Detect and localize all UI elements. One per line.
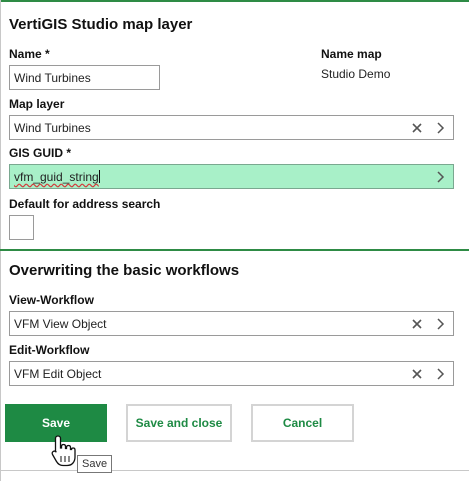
view-workflow-select[interactable]: VFM View Object [9, 311, 454, 336]
save-and-close-button[interactable]: Save and close [126, 404, 232, 442]
name-input[interactable]: Wind Turbines [9, 65, 160, 90]
map-layer-select[interactable]: Wind Turbines [9, 115, 454, 140]
view-workflow-value: VFM View Object [14, 317, 107, 331]
edit-workflow-value: VFM Edit Object [14, 367, 102, 381]
name-map-value: Studio Demo [321, 67, 391, 81]
name-map-label: Name map [321, 47, 382, 61]
panel-top-rule [0, 0, 469, 2]
edit-workflow-select[interactable]: VFM Edit Object [9, 361, 454, 386]
cancel-button[interactable]: Cancel [251, 404, 354, 442]
edit-workflow-label: Edit-Workflow [9, 343, 90, 357]
hand-cursor-icon [49, 434, 79, 473]
gis-guid-value: vfm_guid_string [14, 170, 99, 184]
default-address-search-checkbox[interactable] [9, 215, 34, 240]
close-icon[interactable] [408, 119, 426, 137]
text-caret [98, 170, 100, 183]
chevron-right-icon[interactable] [431, 315, 449, 333]
name-input-value: Wind Turbines [14, 71, 91, 85]
gis-guid-label: GIS GUID * [9, 146, 72, 160]
close-icon[interactable] [408, 315, 426, 333]
workflows-title: Overwriting the basic workflows [9, 262, 240, 279]
default-address-search-label: Default for address search [9, 197, 161, 211]
section-divider [0, 249, 469, 251]
map-layer-value: Wind Turbines [14, 121, 91, 135]
save-tooltip: Save [77, 455, 113, 473]
view-workflow-label: View-Workflow [9, 293, 94, 307]
chevron-right-icon[interactable] [431, 119, 449, 137]
gis-guid-input[interactable]: vfm_guid_string [9, 164, 454, 189]
close-icon[interactable] [408, 365, 426, 383]
panel-left-border [0, 0, 1, 481]
panel-title: VertiGIS Studio map layer [9, 16, 193, 33]
chevron-right-icon[interactable] [431, 365, 449, 383]
map-layer-label: Map layer [9, 97, 65, 111]
name-label: Name * [9, 47, 50, 61]
chevron-right-icon[interactable] [431, 168, 449, 186]
gis-guid-text-wrapper: vfm_guid_string [14, 170, 100, 184]
